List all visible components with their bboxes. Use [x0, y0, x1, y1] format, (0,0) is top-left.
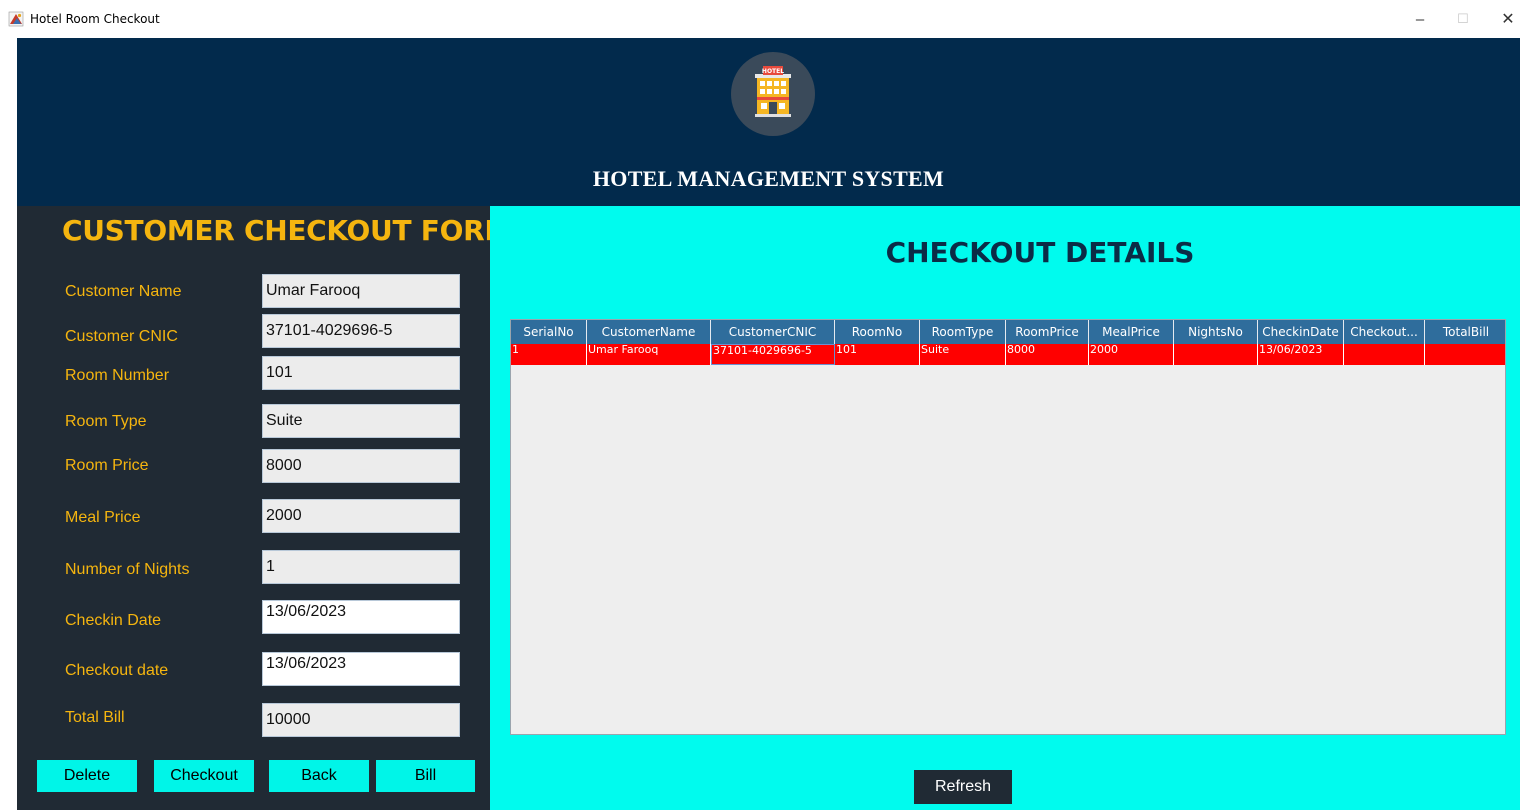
column-header-customername[interactable]: CustomerName	[587, 320, 711, 344]
column-header-customercnic[interactable]: CustomerCNIC	[711, 320, 835, 344]
customer-name-field[interactable]: Umar Farooq	[262, 274, 460, 308]
checkout-date-label: Checkout date	[65, 662, 169, 679]
hotel-building-icon: HOTEL	[755, 66, 791, 117]
details-title: CHECKOUT DETAILS	[885, 236, 1195, 269]
window-title: Hotel Room Checkout	[30, 12, 160, 26]
total-bill-field[interactable]: 10000	[262, 703, 460, 737]
room-type-label: Room Type	[65, 413, 147, 430]
cell-customername[interactable]: Umar Farooq	[587, 344, 711, 365]
table-row[interactable]: 1 Umar Farooq 37101-4029696-5 101 Suite …	[511, 344, 1505, 365]
java-app-icon	[8, 11, 24, 27]
room-price-field[interactable]: 8000	[262, 449, 460, 483]
room-price-label: Room Price	[65, 457, 149, 474]
cell-mealprice[interactable]: 2000	[1089, 344, 1174, 365]
bill-button[interactable]: Bill	[376, 760, 475, 792]
column-header-serialno[interactable]: SerialNo	[511, 320, 587, 344]
cell-checkoutdate[interactable]	[1344, 344, 1425, 365]
total-bill-label: Total Bill	[65, 709, 125, 726]
cell-serialno[interactable]: 1	[511, 344, 587, 365]
minimize-button[interactable]: –	[1405, 6, 1435, 32]
refresh-button[interactable]: Refresh	[914, 770, 1012, 804]
logo-hotel-text: HOTEL	[762, 68, 784, 75]
cell-nightsno[interactable]	[1174, 344, 1258, 365]
cell-roomtype[interactable]: Suite	[920, 344, 1006, 365]
customer-cnic-field[interactable]: 37101-4029696-5	[262, 314, 460, 348]
cell-totalbill[interactable]	[1425, 344, 1505, 365]
checkout-date-field[interactable]: 13/06/2023	[262, 652, 460, 686]
form-title: CUSTOMER CHECKOUT FORM	[62, 214, 512, 247]
hotel-logo: HOTEL	[731, 52, 815, 136]
number-of-nights-label: Number of Nights	[65, 561, 190, 578]
app-header: HOTEL HOTEL MANAGEMENT SYSTEM	[17, 38, 1520, 206]
column-header-totalbill[interactable]: TotalBill	[1425, 320, 1505, 344]
close-button[interactable]: ✕	[1493, 6, 1523, 32]
column-header-checkoutdate[interactable]: Checkout...	[1344, 320, 1425, 344]
customer-cnic-label: Customer CNIC	[65, 328, 178, 345]
checkout-details-panel: CHECKOUT DETAILS SerialNo CustomerName C…	[490, 206, 1520, 810]
meal-price-field[interactable]: 2000	[262, 499, 460, 533]
room-type-field[interactable]: Suite	[262, 404, 460, 438]
column-header-nightsno[interactable]: NightsNo	[1174, 320, 1258, 344]
cell-roomprice[interactable]: 8000	[1006, 344, 1089, 365]
app-title: HOTEL MANAGEMENT SYSTEM	[592, 166, 945, 191]
meal-price-label: Meal Price	[65, 509, 141, 526]
checkout-table[interactable]: SerialNo CustomerName CustomerCNIC RoomN…	[510, 319, 1506, 735]
room-number-field[interactable]: 101	[262, 356, 460, 390]
customer-name-label: Customer Name	[65, 283, 182, 300]
cell-checkindate[interactable]: 13/06/2023	[1258, 344, 1344, 365]
room-number-label: Room Number	[65, 367, 170, 384]
window-titlebar: Hotel Room Checkout – ☐ ✕	[0, 0, 1531, 38]
column-header-mealprice[interactable]: MealPrice	[1089, 320, 1174, 344]
column-header-roomprice[interactable]: RoomPrice	[1006, 320, 1089, 344]
column-header-checkindate[interactable]: CheckinDate	[1258, 320, 1344, 344]
back-button[interactable]: Back	[269, 760, 369, 792]
table-header: SerialNo CustomerName CustomerCNIC RoomN…	[511, 320, 1505, 344]
checkout-form-panel: CUSTOMER CHECKOUT FORM Customer Name Uma…	[17, 206, 512, 810]
number-of-nights-field[interactable]: 1	[262, 550, 460, 584]
column-header-roomno[interactable]: RoomNo	[835, 320, 920, 344]
column-header-roomtype[interactable]: RoomType	[920, 320, 1006, 344]
cell-customercnic[interactable]: 37101-4029696-5	[711, 344, 835, 365]
maximize-button[interactable]: ☐	[1448, 6, 1478, 32]
checkout-button[interactable]: Checkout	[154, 760, 254, 792]
cell-roomno[interactable]: 101	[835, 344, 920, 365]
hotel-checkout-window: Hotel Room Checkout – ☐ ✕ HOTEL HOTEL MA…	[0, 0, 1531, 810]
checkin-date-label: Checkin Date	[65, 612, 162, 629]
checkin-date-field[interactable]: 13/06/2023	[262, 600, 460, 634]
delete-button[interactable]: Delete	[37, 760, 137, 792]
